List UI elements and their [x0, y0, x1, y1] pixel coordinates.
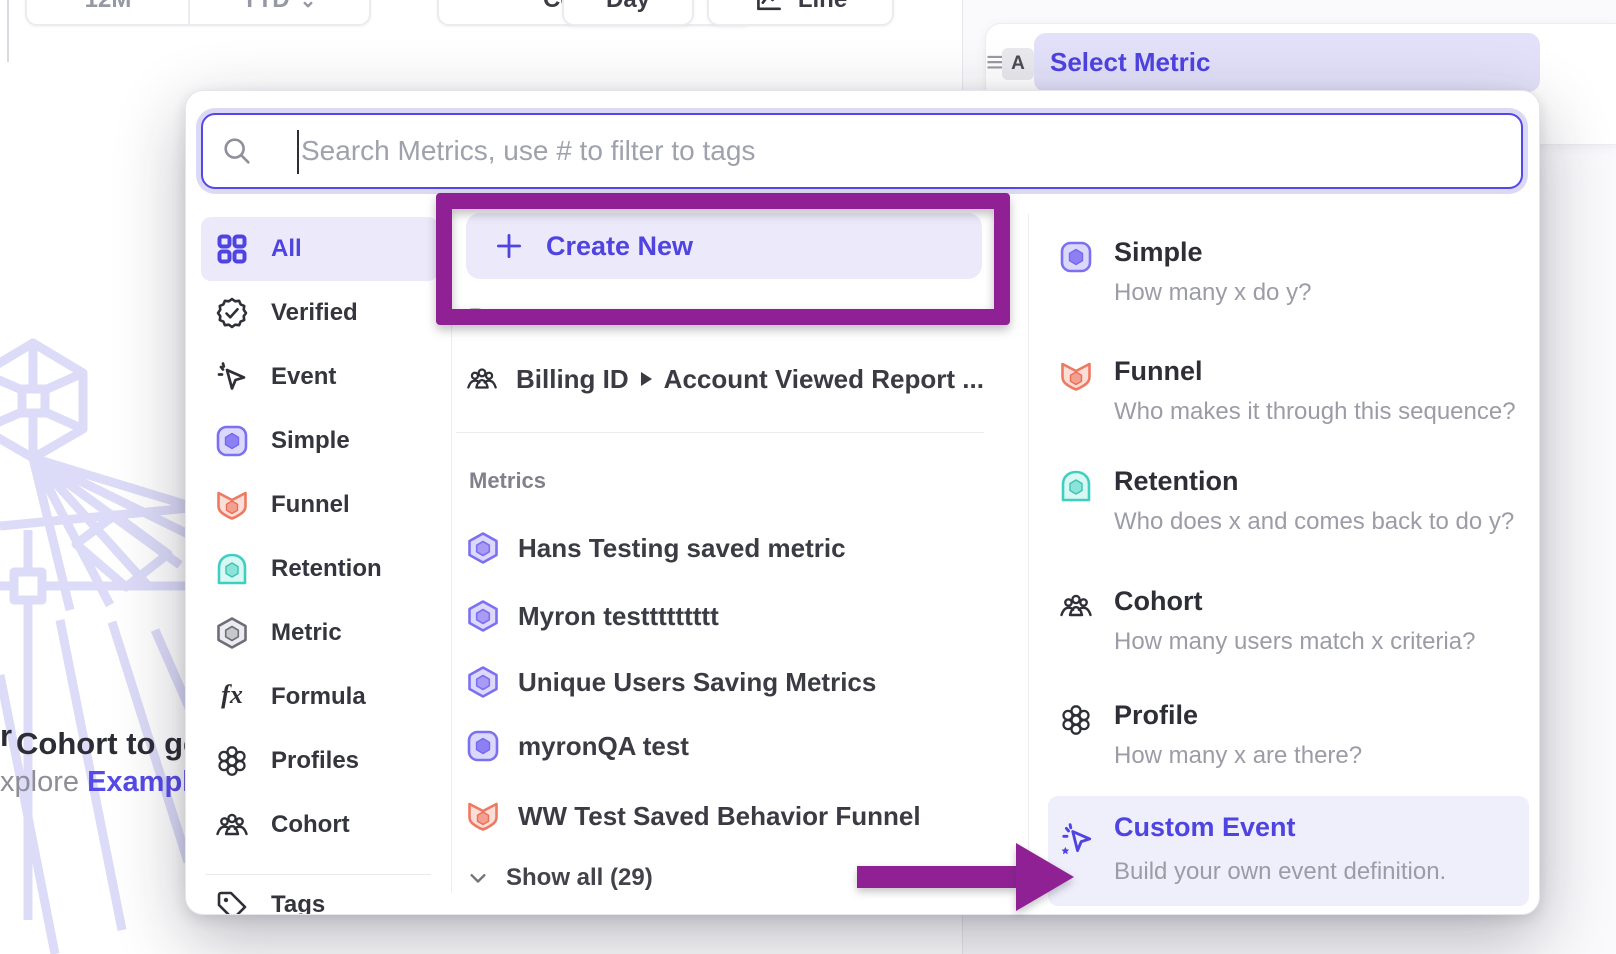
sidebar-item-all[interactable]: All: [201, 217, 438, 281]
custom-event-cursor-icon: [1059, 822, 1095, 858]
select-metric-label: Select Metric: [1050, 47, 1210, 78]
sidebar-divider: [206, 874, 431, 875]
metric-list-item[interactable]: myronQA test: [466, 723, 982, 769]
decorative-wireframe-illustration: [0, 330, 190, 954]
formula-fx-icon: fx: [215, 680, 249, 714]
metric-hexagon-icon: [215, 616, 249, 650]
funnel-icon: [1059, 359, 1093, 393]
recents-section-label: Recents: [469, 304, 555, 330]
funnel-icon: [466, 799, 500, 833]
range-ytd-button[interactable]: YTD⌄: [190, 0, 368, 24]
simple-metric-icon: [215, 424, 249, 458]
simple-metric-icon: [1059, 240, 1093, 274]
metric-list-item[interactable]: WW Test Saved Behavior Funnel: [466, 793, 982, 839]
retention-icon: [215, 552, 249, 586]
sidebar-item-event[interactable]: Event: [201, 345, 438, 409]
funnel-icon: [215, 488, 249, 522]
grid-icon: [215, 232, 249, 266]
explore-prefix: xplore: [0, 766, 79, 798]
tag-icon: [215, 889, 249, 915]
simple-metric-icon: [466, 729, 500, 763]
saved-metric-hexagon-icon: [466, 665, 500, 699]
chevron-down-icon: ⌄: [300, 0, 317, 13]
column-divider-left: [451, 214, 452, 893]
profiles-flower-icon: [215, 744, 249, 778]
verified-badge-icon: [215, 296, 249, 330]
sidebar-item-retention[interactable]: Retention: [201, 537, 438, 601]
granularity-day-button[interactable]: Day: [562, 0, 694, 26]
sidebar-item-funnel[interactable]: Funnel: [201, 473, 438, 537]
saved-metric-hexagon-icon: [466, 599, 500, 633]
background-heading: rCohort to ge: [0, 718, 200, 762]
sidebar-item-verified[interactable]: Verified: [201, 281, 438, 345]
search-box: [201, 113, 1523, 189]
heading-fragment: r: [0, 718, 16, 754]
metric-list-item[interactable]: Myron testtttttttt: [466, 593, 982, 639]
column-divider-right: [1028, 214, 1029, 893]
select-metric-button[interactable]: Select Metric: [1034, 33, 1540, 92]
sidebar-item-cohort[interactable]: Cohort: [201, 793, 438, 857]
drag-handle-icon[interactable]: ≡: [986, 46, 1004, 80]
cohort-people-icon: [1059, 589, 1093, 623]
heading-text: Cohort to ge: [16, 726, 200, 761]
panel-edge-divider: [7, 0, 9, 62]
metric-list-item[interactable]: Unique Users Saving Metrics: [466, 659, 982, 705]
plus-icon: [494, 231, 524, 261]
profiles-flower-icon: [1059, 703, 1093, 737]
recents-divider: [456, 432, 984, 433]
retention-icon: [1059, 469, 1093, 503]
app-screen: rCohort to ge xplore Example R 12M YTD⌄ …: [0, 0, 1616, 954]
sidebar-item-formula[interactable]: fx Formula: [201, 665, 438, 729]
search-icon: [221, 135, 253, 167]
type-option-custom-event[interactable]: Custom Event Build your own event defini…: [1048, 796, 1529, 906]
chart-type-line-button[interactable]: Line: [707, 0, 894, 26]
event-cursor-icon: [215, 360, 249, 394]
caret-right-icon: [641, 372, 652, 386]
chevron-down-icon: [466, 866, 490, 890]
date-range-group: 12M YTD⌄: [25, 0, 371, 26]
range-12m-button[interactable]: 12M: [28, 0, 188, 24]
line-chart-icon: [754, 0, 784, 15]
recent-item-billing-report[interactable]: Billing ID Account Viewed Report ...: [466, 355, 982, 403]
series-badge: A: [1002, 48, 1034, 80]
text-caret: [297, 130, 299, 174]
cohort-people-icon: [215, 808, 249, 842]
sidebar-item-profiles[interactable]: Profiles: [201, 729, 438, 793]
cohort-people-icon: [466, 363, 498, 395]
create-new-button[interactable]: Create New: [466, 213, 982, 279]
sidebar-item-metric[interactable]: Metric: [201, 601, 438, 665]
show-all-button[interactable]: Show all (29): [466, 855, 653, 901]
sidebar-item-simple[interactable]: Simple: [201, 409, 438, 473]
metric-list-item[interactable]: Hans Testing saved metric: [466, 525, 982, 571]
search-input[interactable]: [253, 134, 1521, 168]
saved-metric-hexagon-icon: [466, 531, 500, 565]
metric-picker-dropdown: All Verified Event Simple Funnel Retenti…: [185, 90, 1540, 915]
metrics-section-label: Metrics: [469, 468, 546, 494]
sidebar-item-tags[interactable]: Tags: [201, 889, 438, 915]
